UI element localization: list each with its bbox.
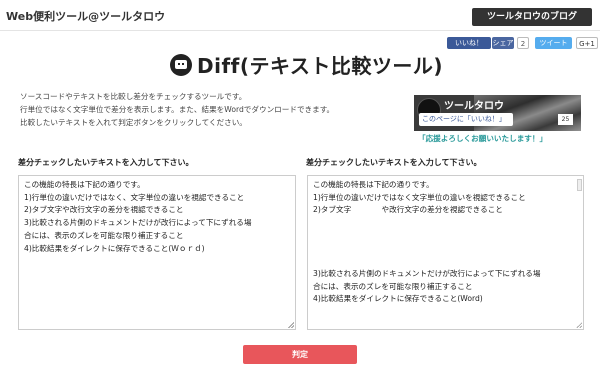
resize-handle[interactable] [288,322,294,328]
top-bar: Web便利ツール@ツールタロウ ツールタロウのブログ [0,0,600,31]
text-line: 4)比較結果をダイレクトに保存できること(Ｗｏｒｄ) [24,243,205,253]
banner-like-button[interactable]: このページに「いいね！」 [419,113,513,126]
scrollbar[interactable] [577,179,582,191]
description-line: ソースコードやテキストを比較し差分をチェックするツールです。 [20,92,247,101]
description: ソースコードやテキストを比較し差分をチェックするツールです。 行単位ではなく文字… [20,90,390,129]
right-text-input[interactable]: この機能の特長は下記の通りです。 1)行単位の違いだけではなく文字単位の違いを視… [307,175,584,330]
facebook-like-button[interactable]: いいね！ [447,37,491,49]
text-line: この機能の特長は下記の通りです。 [24,180,145,189]
text-line [313,230,578,243]
site-title[interactable]: Web便利ツール@ツールタロウ [6,8,165,24]
tweet-button[interactable]: ツイート [535,37,572,49]
description-line: 行単位ではなく文字単位で差分を表示します。また、結果をWordでダウンロードでき… [20,105,335,114]
logo-icon [170,54,192,76]
text-line: 2)タブ文字や改行文字の差分を視認できること [24,205,184,215]
text-line [313,217,578,230]
text-line: 1)行単位の違いだけではなく文字単位の違いを視認できること [313,192,526,202]
resize-handle[interactable] [576,322,582,328]
text-line: 4)比較結果をダイレクトに保存できること(Word) [313,294,483,304]
text-line: 合には、表示のズレを可能な限り補正すること [24,230,184,240]
left-text-input[interactable]: この機能の特長は下記の通りです。 1)行単位の違いだけではなく、文字単位の違いを… [18,175,296,330]
judge-button[interactable]: 判定 [243,345,357,364]
text-line: 合には、表示のズレを可能な限り補正すること [313,281,473,291]
banner-like-count: 25 [558,114,573,125]
blog-button[interactable]: ツールタロウのブログ [472,8,592,26]
page-title: Diff(テキスト比較ツール) [197,54,444,78]
share-count: 2 [517,37,529,49]
gplus-button[interactable]: G+1 [576,37,598,49]
description-line: 比較したいテキストを入れて判定ボタンをクリックしてください。 [20,118,247,127]
left-panel-label: 差分チェックしたいテキストを入力して下さい。 [18,158,194,167]
text-line [313,243,578,256]
right-panel-label: 差分チェックしたいテキストを入力して下さい。 [306,158,482,167]
banner-name[interactable]: ツールタロウ [444,97,504,112]
facebook-page-banner[interactable]: ツールタロウ このページに「いいね！」 25 [414,95,581,131]
banner-caption: 「応援よろしくお願いいたします！」 [418,134,548,143]
facebook-share-button[interactable]: シェア [492,37,514,49]
text-line [313,255,578,268]
text-line: 2)タブ文字 や改行文字の差分を視認できること [313,205,503,215]
text-line: 3)比較される片側のドキュメントだけが改行によって下にずれる場 [313,268,541,278]
text-line: 1)行単位の違いだけではなく、文字単位の違いを視認できること [24,192,245,202]
text-line: 3)比較される片側のドキュメントだけが改行によって下にずれる場 [24,218,252,228]
text-line: この機能の特長は下記の通りです。 [313,180,434,189]
